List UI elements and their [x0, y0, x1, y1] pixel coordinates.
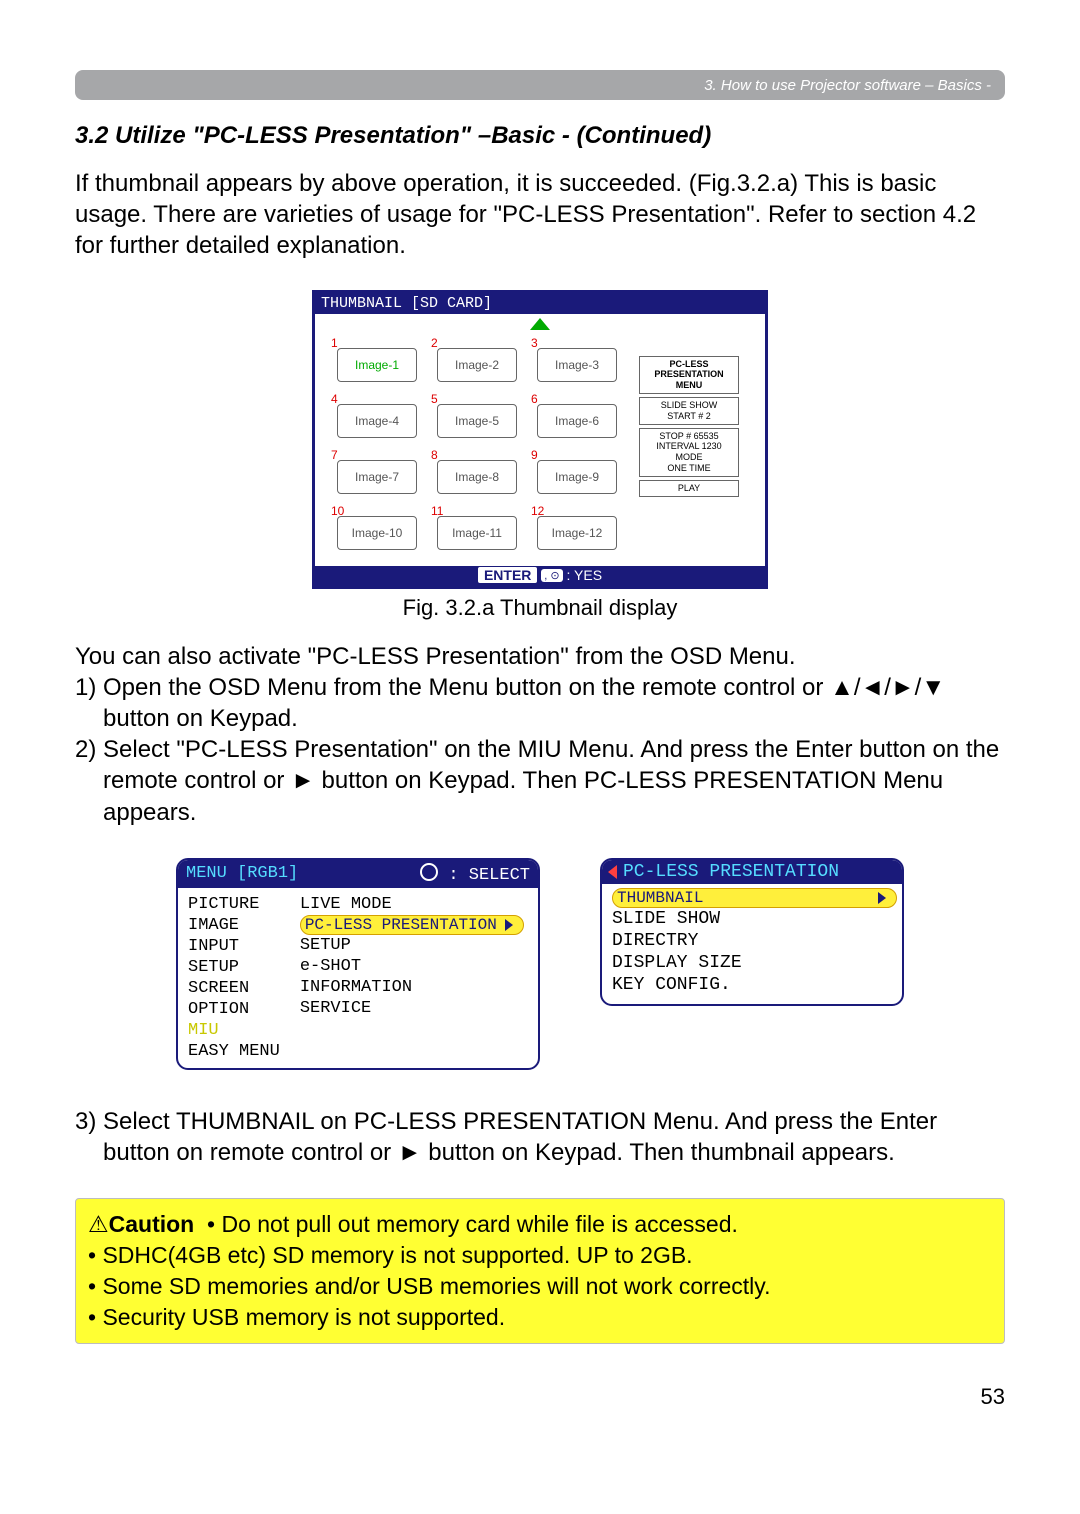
step-1: 1) Open the OSD Menu from the Menu butto…	[75, 672, 1005, 734]
thumbnail-side-panel: PC-LESS PRESENTATION MENU SLIDE SHOW STA…	[635, 326, 747, 566]
thumb-cell: 11Image-11	[431, 506, 519, 554]
warning-icon: ⚠	[88, 1211, 109, 1237]
thumb-cell: 9Image-9	[531, 450, 619, 498]
menu-item: DIRECTRY	[612, 930, 892, 952]
menu-item: SCREEN	[188, 978, 280, 999]
menu-item-miu: MIU	[188, 1020, 280, 1041]
pill-label: THUMBNAIL	[617, 889, 703, 907]
triangle-left-icon	[608, 865, 617, 879]
caution-line-4: • Security USB memory is not supported.	[88, 1304, 505, 1330]
thumbnail-footer: ENTER , ⊙ : YES	[315, 566, 765, 586]
thumb-cell: 4Image-4	[331, 394, 419, 442]
figure-thumbnail: THUMBNAIL [SD CARD] 1Image-1 2Image-2 3I…	[75, 290, 1005, 621]
enter-dot-icon: , ⊙	[541, 569, 562, 582]
step-3-block: 3) Select THUMBNAIL on PC-LESS PRESENTAT…	[75, 1106, 1005, 1168]
side-box: PLAY	[639, 480, 739, 497]
thumb-cell: 7Image-7	[331, 450, 419, 498]
caution-line-2: • SDHC(4GB etc) SD memory is not support…	[88, 1242, 693, 1268]
main-menu-right-col: LIVE MODE PC-LESS PRESENTATION SETUP e-S…	[290, 888, 534, 1068]
step-2: 2) Select "PC-LESS Presentation" on the …	[75, 734, 1005, 828]
thumb-cell: 12Image-12	[531, 506, 619, 554]
osd-intro: You can also activate "PC-LESS Presentat…	[75, 641, 1005, 672]
thumb-cell: 10Image-10	[331, 506, 419, 554]
menu-item: PICTURE	[188, 894, 280, 915]
section-title: 3.2 Utilize "PC-LESS Presentation" –Basi…	[75, 122, 1005, 150]
thumbnail-window: THUMBNAIL [SD CARD] 1Image-1 2Image-2 3I…	[312, 290, 768, 589]
thumb-cell: 1Image-1	[331, 338, 419, 386]
thumb-cell: 6Image-6	[531, 394, 619, 442]
figure-caption: Fig. 3.2.a Thumbnail display	[75, 595, 1005, 621]
step-3: 3) Select THUMBNAIL on PC-LESS PRESENTAT…	[75, 1106, 1005, 1168]
page-number: 53	[75, 1384, 1005, 1410]
thumb-cell: 3Image-3	[531, 338, 619, 386]
intro-paragraph: If thumbnail appears by above operation,…	[75, 168, 1005, 262]
menu-item: INPUT	[188, 936, 280, 957]
side-box: PC-LESS PRESENTATION MENU	[639, 356, 739, 394]
side-box: STOP # 65535 INTERVAL 1230 MODE ONE TIME	[639, 428, 739, 477]
caution-box: ⚠Caution • Do not pull out memory card w…	[75, 1198, 1005, 1344]
menu-item: LIVE MODE	[300, 894, 524, 915]
pc-less-menu-body: THUMBNAIL SLIDE SHOW DIRECTRY DISPLAY SI…	[602, 884, 902, 1004]
main-menu-title: MENU [RGB1]	[186, 864, 298, 883]
menu-item: EASY MENU	[188, 1041, 280, 1062]
osd-instructions: You can also activate "PC-LESS Presentat…	[75, 641, 1005, 828]
side-box: SLIDE SHOW START # 2	[639, 397, 739, 425]
menu-item: SETUP	[188, 957, 280, 978]
caution-line-3: • Some SD memories and/or USB memories w…	[88, 1273, 770, 1299]
pc-less-menu-title: PC-LESS PRESENTATION	[623, 862, 839, 882]
thumb-cell: 2Image-2	[431, 338, 519, 386]
menu-item: e-SHOT	[300, 956, 524, 977]
thumbnail-pill: THUMBNAIL	[612, 888, 897, 908]
chapter-header-text: 3. How to use Projector software – Basic…	[704, 77, 991, 94]
thumbnail-grid: 1Image-1 2Image-2 3Image-3 4Image-4 5Ima…	[315, 326, 635, 566]
main-menu-select-label: : SELECT	[448, 866, 530, 885]
pc-less-menu-header: PC-LESS PRESENTATION	[602, 860, 902, 884]
menu-item: SETUP	[300, 935, 524, 956]
triangle-right-icon	[878, 892, 886, 904]
menu-item: SLIDE SHOW	[612, 908, 892, 930]
pill-label: PC-LESS PRESENTATION	[305, 916, 497, 934]
main-menu-header: MENU [RGB1] : SELECT	[178, 860, 538, 888]
triangle-right-icon	[505, 919, 513, 931]
yes-label: : YES	[567, 567, 603, 583]
menu-item: OPTION	[188, 999, 280, 1020]
chapter-header-bar: 3. How to use Projector software – Basic…	[75, 70, 1005, 100]
menu-item: INFORMATION	[300, 977, 524, 998]
menu-figures: MENU [RGB1] : SELECT PICTURE IMAGE INPUT…	[75, 858, 1005, 1070]
select-cross-icon	[420, 863, 438, 881]
pc-less-presentation-pill: PC-LESS PRESENTATION	[300, 915, 524, 935]
thumb-cell: 8Image-8	[431, 450, 519, 498]
pc-less-menu-box: PC-LESS PRESENTATION THUMBNAIL SLIDE SHO…	[600, 858, 904, 1006]
menu-item: SERVICE	[300, 998, 524, 1019]
menu-item: IMAGE	[188, 915, 280, 936]
caution-line-1: • Do not pull out memory card while file…	[207, 1211, 738, 1237]
main-menu-left-col: PICTURE IMAGE INPUT SETUP SCREEN OPTION …	[178, 888, 290, 1068]
thumbnail-window-title: THUMBNAIL [SD CARD]	[315, 293, 765, 314]
main-menu-box: MENU [RGB1] : SELECT PICTURE IMAGE INPUT…	[176, 858, 540, 1070]
enter-label: ENTER	[478, 567, 537, 583]
caution-label: Caution	[109, 1211, 195, 1237]
menu-item: DISPLAY SIZE	[612, 952, 892, 974]
menu-item: KEY CONFIG.	[612, 974, 892, 996]
thumb-cell: 5Image-5	[431, 394, 519, 442]
